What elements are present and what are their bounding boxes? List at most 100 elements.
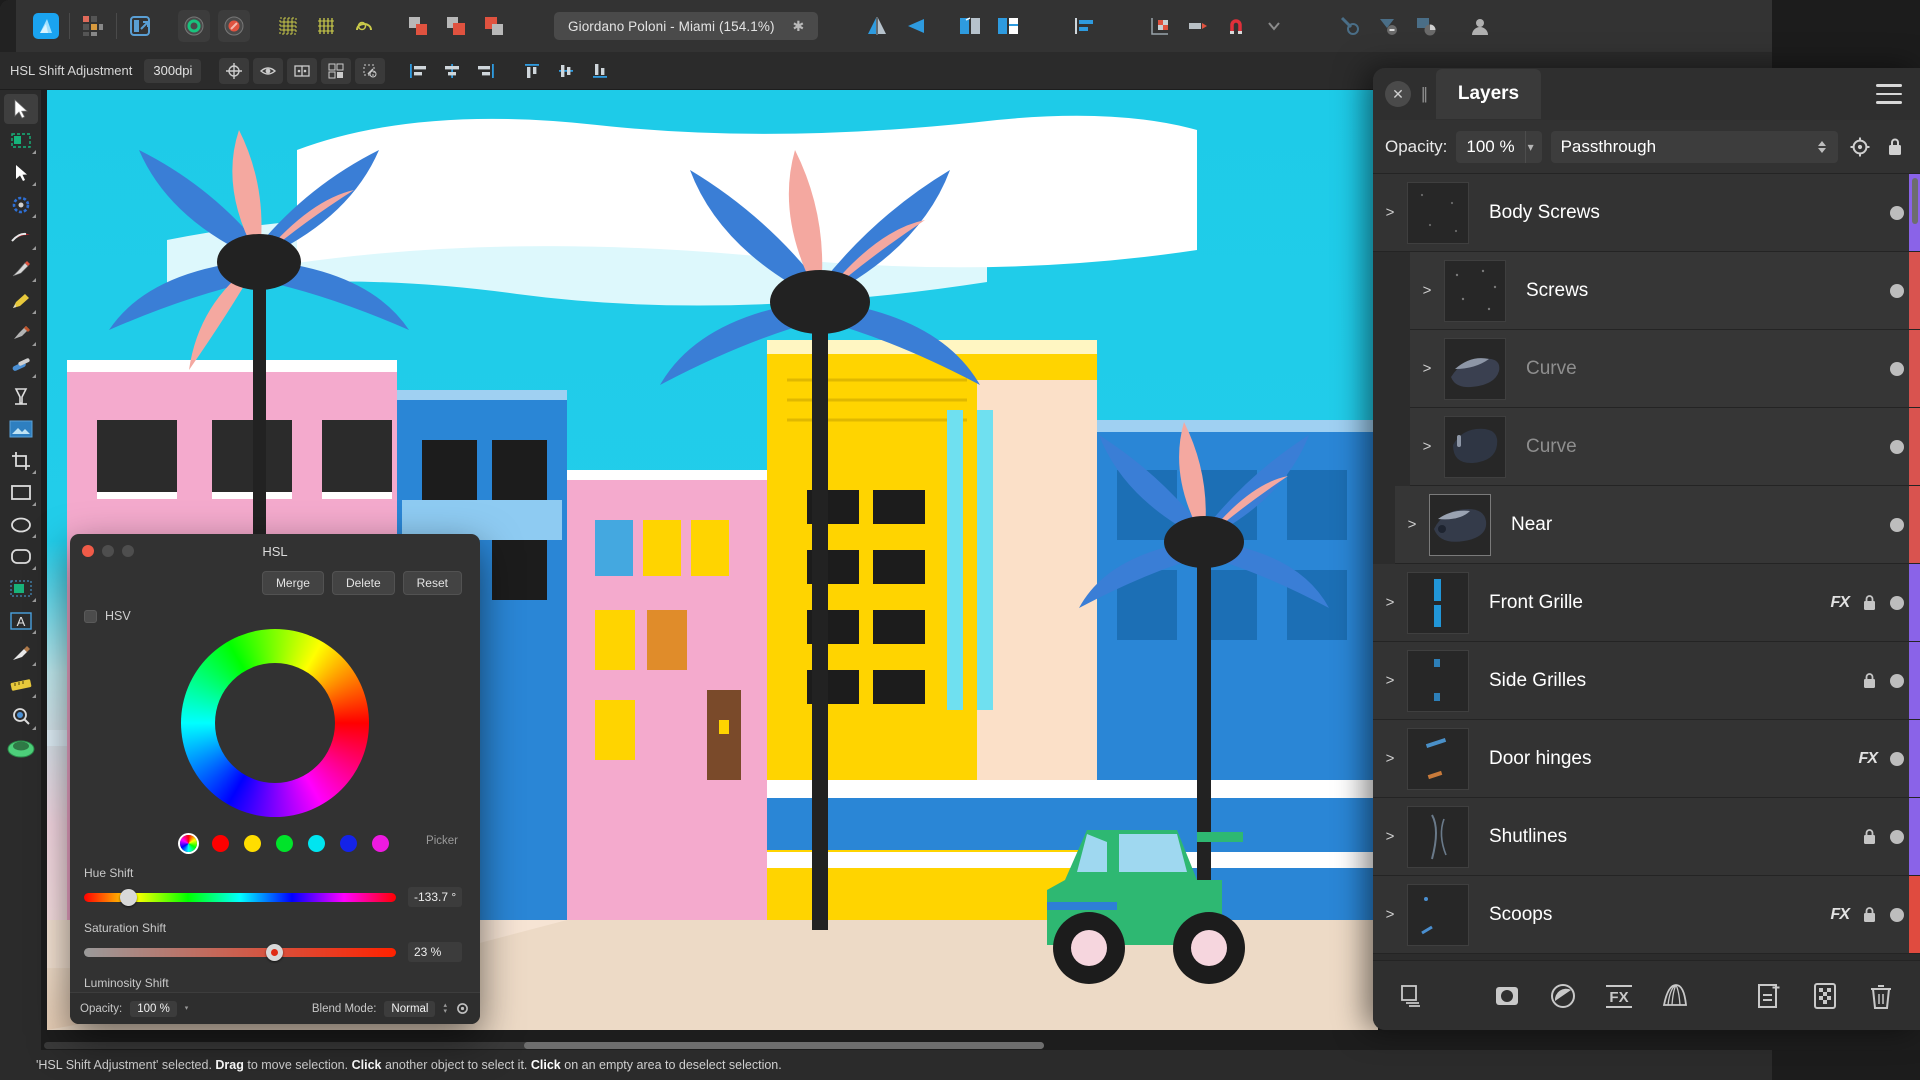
edit-all-layers-button[interactable] — [287, 57, 318, 84]
magnet-snap-button[interactable] — [1220, 10, 1252, 42]
visibility-toggle[interactable] — [1890, 829, 1904, 844]
hue-color-wheel[interactable] — [181, 629, 369, 817]
align-left-button[interactable] — [1068, 10, 1100, 42]
table-row[interactable]: > Door hinges FX — [1373, 720, 1920, 798]
hsv-checkbox[interactable] — [84, 609, 97, 623]
opacity-value[interactable]: 100 % — [130, 1000, 177, 1017]
delete-layer-icon[interactable] — [1864, 979, 1898, 1013]
document-dpi-field[interactable]: 300dpi — [144, 58, 202, 83]
expand-icon[interactable]: > — [1395, 516, 1429, 533]
panel-menu-icon[interactable] — [1876, 84, 1902, 110]
chevron-down-icon[interactable]: ▾ — [1524, 130, 1542, 163]
account-avatar[interactable] — [1464, 10, 1496, 42]
pencil-tool[interactable] — [4, 286, 38, 316]
rounded-rectangle-tool[interactable] — [4, 542, 38, 572]
close-icon[interactable]: ✕ — [1385, 81, 1411, 107]
align-middle-vertical-button[interactable] — [551, 58, 581, 84]
visibility-toggle[interactable] — [1890, 205, 1904, 220]
blend-mode-value[interactable]: Normal — [384, 1000, 436, 1017]
hue-shift-slider[interactable] — [84, 888, 396, 906]
add-mask-icon[interactable] — [1808, 979, 1842, 1013]
duplicate-layers-icon[interactable] — [1395, 979, 1429, 1013]
align-top-edges-button[interactable] — [517, 58, 547, 84]
move-to-back-button[interactable] — [1182, 10, 1214, 42]
corner-tool[interactable] — [4, 190, 38, 220]
swatch-red[interactable] — [212, 835, 229, 852]
hsl-settings-gear-icon[interactable] — [455, 1001, 470, 1016]
fx-icon[interactable]: FX — [1859, 750, 1878, 768]
place-image-tool[interactable] — [4, 414, 38, 444]
expand-icon[interactable]: > — [1373, 906, 1407, 923]
visibility-toggle[interactable] — [1890, 673, 1904, 688]
preferences-button[interactable] — [218, 10, 250, 42]
table-row[interactable]: > Screws — [1410, 252, 1920, 330]
vector-brush-tool[interactable] — [4, 222, 38, 252]
lock-icon[interactable] — [1862, 906, 1877, 923]
table-row[interactable]: > Body Screws — [1373, 174, 1920, 252]
ellipse-tool[interactable] — [4, 510, 38, 540]
measure-tool[interactable] — [4, 670, 38, 700]
knife-tool-button[interactable] — [1334, 10, 1366, 42]
table-row[interactable]: > Front Grille FX — [1373, 564, 1920, 642]
picker-button[interactable]: Picker — [426, 835, 458, 847]
table-row[interactable]: > Curve — [1410, 408, 1920, 486]
pixel-alignment-button[interactable] — [1144, 10, 1176, 42]
add-layer-icon[interactable] — [1752, 979, 1786, 1013]
reset-button[interactable]: Reset — [402, 571, 462, 595]
delete-button[interactable]: Delete — [331, 571, 395, 595]
opacity-dropdown-icon[interactable]: ▾ — [185, 1005, 189, 1012]
lock-icon[interactable] — [1862, 828, 1877, 845]
document-title-chip[interactable]: Giordano Poloni - Miami (154.1%) ✱ — [554, 12, 819, 40]
align-left-edges-button[interactable] — [403, 58, 433, 84]
table-row[interactable]: > Scoops FX — [1373, 876, 1920, 954]
layers-list[interactable]: > Body Screws > Screws > Curve > Curve >… — [1373, 174, 1920, 960]
export-persona-button[interactable] — [124, 10, 156, 42]
expand-icon[interactable]: > — [1410, 438, 1444, 455]
document-setup-button[interactable] — [178, 10, 210, 42]
swatch-green[interactable] — [276, 835, 293, 852]
layers-opacity-field[interactable]: 100 % ▾ — [1456, 130, 1542, 163]
visibility-toggle[interactable] — [1890, 517, 1904, 532]
stepper-icon[interactable] — [1816, 137, 1828, 157]
layers-scrollbar-thumb[interactable] — [1912, 178, 1918, 224]
duplicate-selection-button[interactable] — [355, 57, 386, 84]
canvas-horizontal-scrollbar[interactable] — [44, 1042, 1044, 1049]
expand-icon[interactable]: > — [1373, 672, 1407, 689]
flip-horizontal-button[interactable] — [862, 10, 894, 42]
swatch-yellow[interactable] — [244, 835, 261, 852]
node-tool[interactable] — [4, 158, 38, 188]
swatch-cyan[interactable] — [308, 835, 325, 852]
hue-shift-value[interactable]: -133.7 ° — [408, 887, 463, 907]
visibility-toggle[interactable] — [1890, 595, 1904, 610]
flip-vertical-button[interactable] — [900, 10, 932, 42]
swatch-all-hues[interactable] — [180, 835, 197, 852]
gradient-tool[interactable] — [4, 382, 38, 412]
color-picker-tool[interactable] — [4, 638, 38, 668]
blend-mode-stepper-icon[interactable]: ▴ ▾ — [443, 1002, 447, 1015]
zoom-tool[interactable] — [4, 702, 38, 732]
align-center-horizontal-button[interactable] — [437, 58, 467, 84]
rectangle-tool[interactable] — [4, 478, 38, 508]
table-row[interactable]: > Shutlines — [1373, 798, 1920, 876]
layers-blend-mode-field[interactable]: Passthrough — [1550, 130, 1838, 163]
hsl-adjustment-dialog[interactable]: HSL Merge Delete Reset HSV Picker Hue Sh… — [70, 534, 480, 1024]
expand-icon[interactable]: > — [1410, 282, 1444, 299]
layers-panel[interactable]: ✕ || Layers Opacity: 100 % ▾ Passthrough — [1373, 68, 1920, 1030]
saturation-shift-knob[interactable] — [266, 943, 283, 961]
layers-settings-gear-icon[interactable] — [1847, 136, 1873, 158]
hsv-toggle-row[interactable]: HSV — [70, 595, 480, 625]
snapping-button[interactable] — [348, 10, 380, 42]
snap-options-dropdown[interactable] — [1258, 10, 1290, 42]
artboard-tool[interactable] — [4, 126, 38, 156]
app-logo-button[interactable] — [30, 10, 62, 42]
artistic-text-tool[interactable]: A — [4, 606, 38, 636]
align-bottom-edges-button[interactable] — [585, 58, 615, 84]
tab-layers[interactable]: Layers — [1435, 69, 1542, 119]
merge-button[interactable]: Merge — [261, 571, 324, 595]
adjustment-icon[interactable] — [1546, 979, 1580, 1013]
expand-icon[interactable]: > — [1373, 828, 1407, 845]
boolean-intersect-button[interactable] — [478, 10, 510, 42]
transform-origin-button[interactable] — [219, 57, 250, 84]
table-row[interactable]: > Side Grilles — [1373, 642, 1920, 720]
expand-icon[interactable]: > — [1410, 360, 1444, 377]
